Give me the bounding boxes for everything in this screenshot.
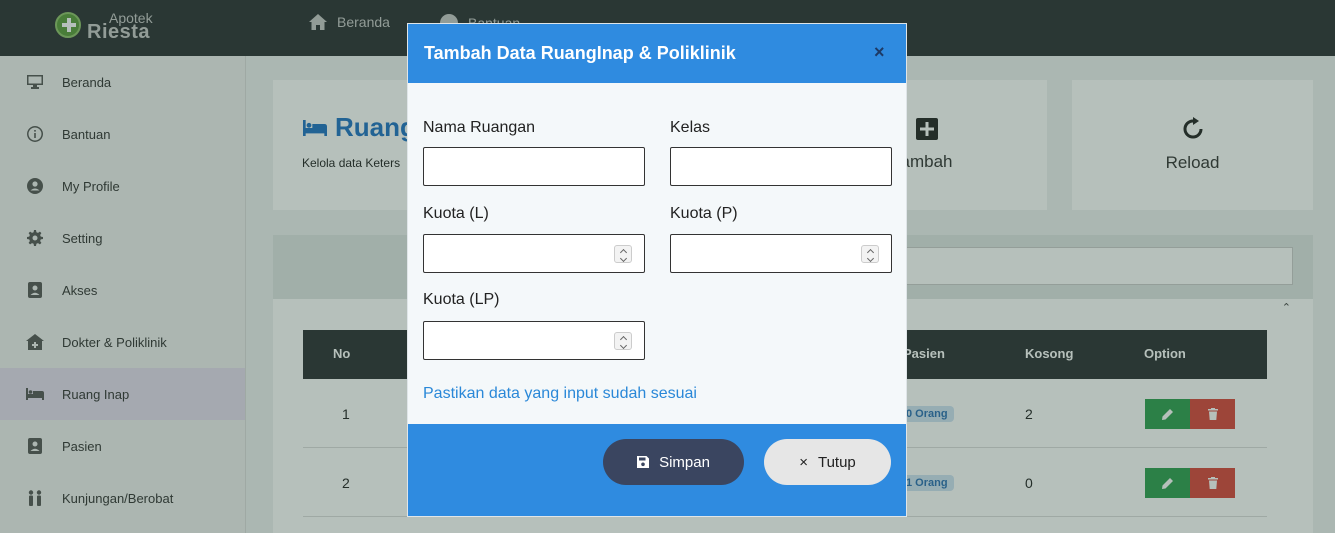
kuota-p-label: Kuota (P) (670, 205, 738, 222)
kuota-l-input[interactable] (423, 234, 645, 273)
cancel-button[interactable]: × Tutup (764, 439, 891, 485)
number-stepper[interactable] (861, 245, 879, 263)
add-room-modal: Tambah Data RuangInap & Poliklinik × Nam… (407, 23, 907, 517)
close-x-icon: × (799, 453, 808, 471)
close-icon[interactable]: × (874, 42, 890, 64)
kelas-label: Kelas (670, 119, 711, 136)
number-stepper[interactable] (614, 332, 632, 350)
kelas-input[interactable] (670, 147, 892, 186)
nama-ruangan-input[interactable] (423, 147, 645, 186)
validation-note: Pastikan data yang input sudah sesuai (423, 385, 697, 402)
kuota-lp-label: Kuota (LP) (423, 291, 500, 308)
save-button[interactable]: Simpan (603, 439, 744, 485)
floppy-disk-icon (637, 456, 650, 468)
modal-title: Tambah Data RuangInap & Poliklinik (424, 43, 736, 63)
nama-ruangan-label: Nama Ruangan (423, 119, 536, 136)
number-stepper[interactable] (614, 245, 632, 263)
modal-footer: Simpan × Tutup (408, 424, 906, 516)
modal-header: Tambah Data RuangInap & Poliklinik × (408, 24, 906, 83)
kuota-p-input[interactable] (670, 234, 892, 273)
save-button-label: Simpan (659, 453, 710, 471)
kuota-l-label: Kuota (L) (423, 205, 489, 222)
kuota-lp-input[interactable] (423, 321, 645, 360)
cancel-button-label: Tutup (817, 453, 856, 471)
